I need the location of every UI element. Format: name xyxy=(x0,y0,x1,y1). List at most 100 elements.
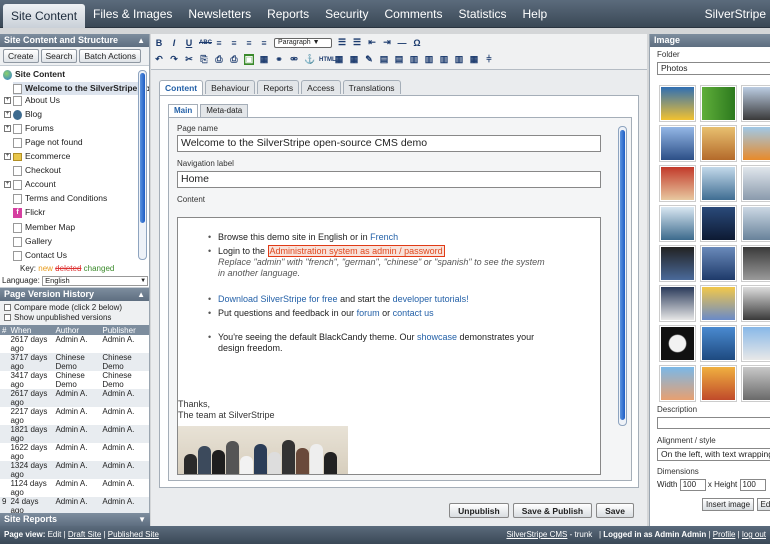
thumbnail-image[interactable] xyxy=(659,325,696,362)
nav-label-input[interactable]: Home xyxy=(177,171,601,188)
thumbnail-image[interactable] xyxy=(659,285,696,322)
thumbnail-image[interactable] xyxy=(741,165,770,202)
align-left-icon[interactable]: ≡ xyxy=(214,38,224,48)
paragraph-select[interactable]: Paragraph ▼ xyxy=(274,37,332,48)
admin-login-link[interactable]: Administration system as admin / passwor… xyxy=(267,245,445,257)
horizontal-rule-icon[interactable]: — xyxy=(397,38,407,48)
expand-icon[interactable]: + xyxy=(4,111,11,118)
undo-icon[interactable]: ↶ xyxy=(154,54,164,65)
batch-actions-button[interactable]: Batch Actions xyxy=(79,49,141,63)
thumbnail-image[interactable] xyxy=(741,365,770,402)
download-link[interactable]: Download SilverStripe for free xyxy=(218,294,338,304)
subtab-main[interactable]: Main xyxy=(168,104,199,117)
thumbnail-image[interactable] xyxy=(700,325,737,362)
site-content-header[interactable]: Site Content and Structure ▲ xyxy=(0,34,149,47)
col-after-icon[interactable]: ▥ xyxy=(439,54,449,65)
tree-item-page-not-found[interactable]: Page not found xyxy=(13,136,83,149)
nav-newsletters[interactable]: Newsletters xyxy=(180,0,259,28)
unlink-icon[interactable]: ⚮ xyxy=(289,54,299,65)
insert-image-button[interactable]: Insert image xyxy=(702,498,755,511)
thumbnail-image[interactable] xyxy=(700,365,737,402)
description-input[interactable] xyxy=(657,417,770,429)
thumbnail-image[interactable] xyxy=(659,125,696,162)
align-justify-icon[interactable]: ≡ xyxy=(259,38,269,48)
nav-help[interactable]: Help xyxy=(515,0,556,28)
align-center-icon[interactable]: ≡ xyxy=(229,38,239,48)
strikethrough-icon[interactable]: ABC xyxy=(199,40,212,46)
tree-scrollbar[interactable] xyxy=(138,70,147,260)
version-history-header[interactable]: Page Version History ▲ xyxy=(0,288,149,301)
tree-item-terms[interactable]: Terms and Conditions xyxy=(13,192,107,205)
underline-icon[interactable]: U xyxy=(184,38,194,48)
published-site-link[interactable]: Published Site xyxy=(108,530,159,539)
thumbnail-image[interactable] xyxy=(659,165,696,202)
table-icon[interactable]: ▦ xyxy=(334,54,344,65)
redo-icon[interactable]: ↷ xyxy=(169,54,179,65)
version-row[interactable]: 1622 days ago Admin A. Admin A. xyxy=(0,443,149,461)
tree-item-account[interactable]: Account xyxy=(13,178,56,191)
save-button[interactable]: Save xyxy=(596,503,634,518)
height-input[interactable]: 100 xyxy=(739,479,766,491)
tree-item-flickr[interactable]: f Flickr xyxy=(13,206,45,219)
content-scrollbar[interactable] xyxy=(618,126,627,426)
version-row[interactable]: 3717 days ago Chinese Demo Chinese Demo xyxy=(0,353,149,371)
delete-col-icon[interactable]: ▥ xyxy=(454,54,464,65)
collapse-icon[interactable]: ▼ xyxy=(138,513,146,526)
bold-icon[interactable]: B xyxy=(154,38,164,48)
tab-translations[interactable]: Translations xyxy=(342,80,401,94)
expand-icon[interactable]: + xyxy=(4,97,11,104)
show-unpublished-checkbox[interactable] xyxy=(4,314,11,322)
thumbnail-image[interactable] xyxy=(700,85,737,122)
tree-item-checkout[interactable]: Checkout xyxy=(13,164,61,177)
tree-item-blog[interactable]: Blog xyxy=(13,108,42,121)
alignment-select[interactable]: On the left, with text wrapping around. xyxy=(657,448,770,461)
compare-mode-checkbox[interactable] xyxy=(4,304,11,312)
nav-files-images[interactable]: Files & Images xyxy=(85,0,180,28)
language-select[interactable]: English ▼ xyxy=(42,275,149,286)
logout-link[interactable]: log out xyxy=(742,530,766,539)
version-row[interactable]: 1821 days ago Admin A. Admin A. xyxy=(0,425,149,443)
nav-reports[interactable]: Reports xyxy=(259,0,317,28)
contact-link[interactable]: contact us xyxy=(393,308,434,318)
paste-text-icon[interactable]: ⎙ xyxy=(229,54,239,65)
version-row[interactable]: 1124 days ago Admin A. Admin A. xyxy=(0,479,149,497)
col-before-icon[interactable]: ▥ xyxy=(424,54,434,65)
tree-scroll-thumb[interactable] xyxy=(140,73,145,223)
nav-comments[interactable]: Comments xyxy=(376,0,450,28)
tutorials-link[interactable]: developer tutorials! xyxy=(393,294,469,304)
split-icon[interactable]: ⫩ xyxy=(484,54,494,65)
cut-icon[interactable]: ✂ xyxy=(184,54,194,65)
row-after-icon[interactable]: ▤ xyxy=(394,54,404,65)
thumbnail-image[interactable] xyxy=(659,205,696,242)
thumbnail-image[interactable] xyxy=(659,245,696,282)
tab-reports[interactable]: Reports xyxy=(257,80,300,94)
nav-security[interactable]: Security xyxy=(317,0,376,28)
save-publish-button[interactable]: Save & Publish xyxy=(512,503,593,518)
tree-item-member-map[interactable]: Member Map xyxy=(13,221,75,234)
compare-mode-row[interactable]: Compare mode (click 2 below) xyxy=(0,303,149,313)
italic-icon[interactable]: I xyxy=(169,38,179,48)
thumbnail-image[interactable] xyxy=(741,125,770,162)
thumbnail-image[interactable] xyxy=(700,165,737,202)
content-editor[interactable]: Browse this demo site in English or in F… xyxy=(177,217,601,475)
paste-icon[interactable]: ⎙ xyxy=(214,54,224,65)
delete-row-icon[interactable]: ▥ xyxy=(409,54,419,65)
image-icon[interactable]: ▣ xyxy=(244,54,254,65)
thumbnail-image[interactable] xyxy=(659,85,696,122)
create-button[interactable]: Create xyxy=(3,49,39,63)
tab-behaviour[interactable]: Behaviour xyxy=(205,80,256,94)
version-row[interactable]: 2217 days ago Admin A. Admin A. xyxy=(0,407,149,425)
brand-logo[interactable]: SilverStripe xyxy=(705,7,770,21)
cell-icon[interactable]: ▦ xyxy=(469,54,479,65)
folder-select[interactable]: Photos xyxy=(657,62,770,75)
edit-image-button[interactable]: Edit i xyxy=(756,498,770,511)
thumbnail-image[interactable] xyxy=(700,245,737,282)
nav-site-content[interactable]: Site Content xyxy=(3,3,86,28)
bullet-list-icon[interactable]: ☰ xyxy=(337,37,347,48)
team-photo[interactable] xyxy=(178,426,348,474)
expand-icon[interactable]: + xyxy=(4,153,11,160)
showcase-link[interactable]: showcase xyxy=(417,332,457,342)
tree-item-site-content[interactable]: Site Content xyxy=(3,68,65,81)
tree-item-gallery[interactable]: Gallery xyxy=(13,235,52,248)
subtab-metadata[interactable]: Meta-data xyxy=(200,104,249,117)
